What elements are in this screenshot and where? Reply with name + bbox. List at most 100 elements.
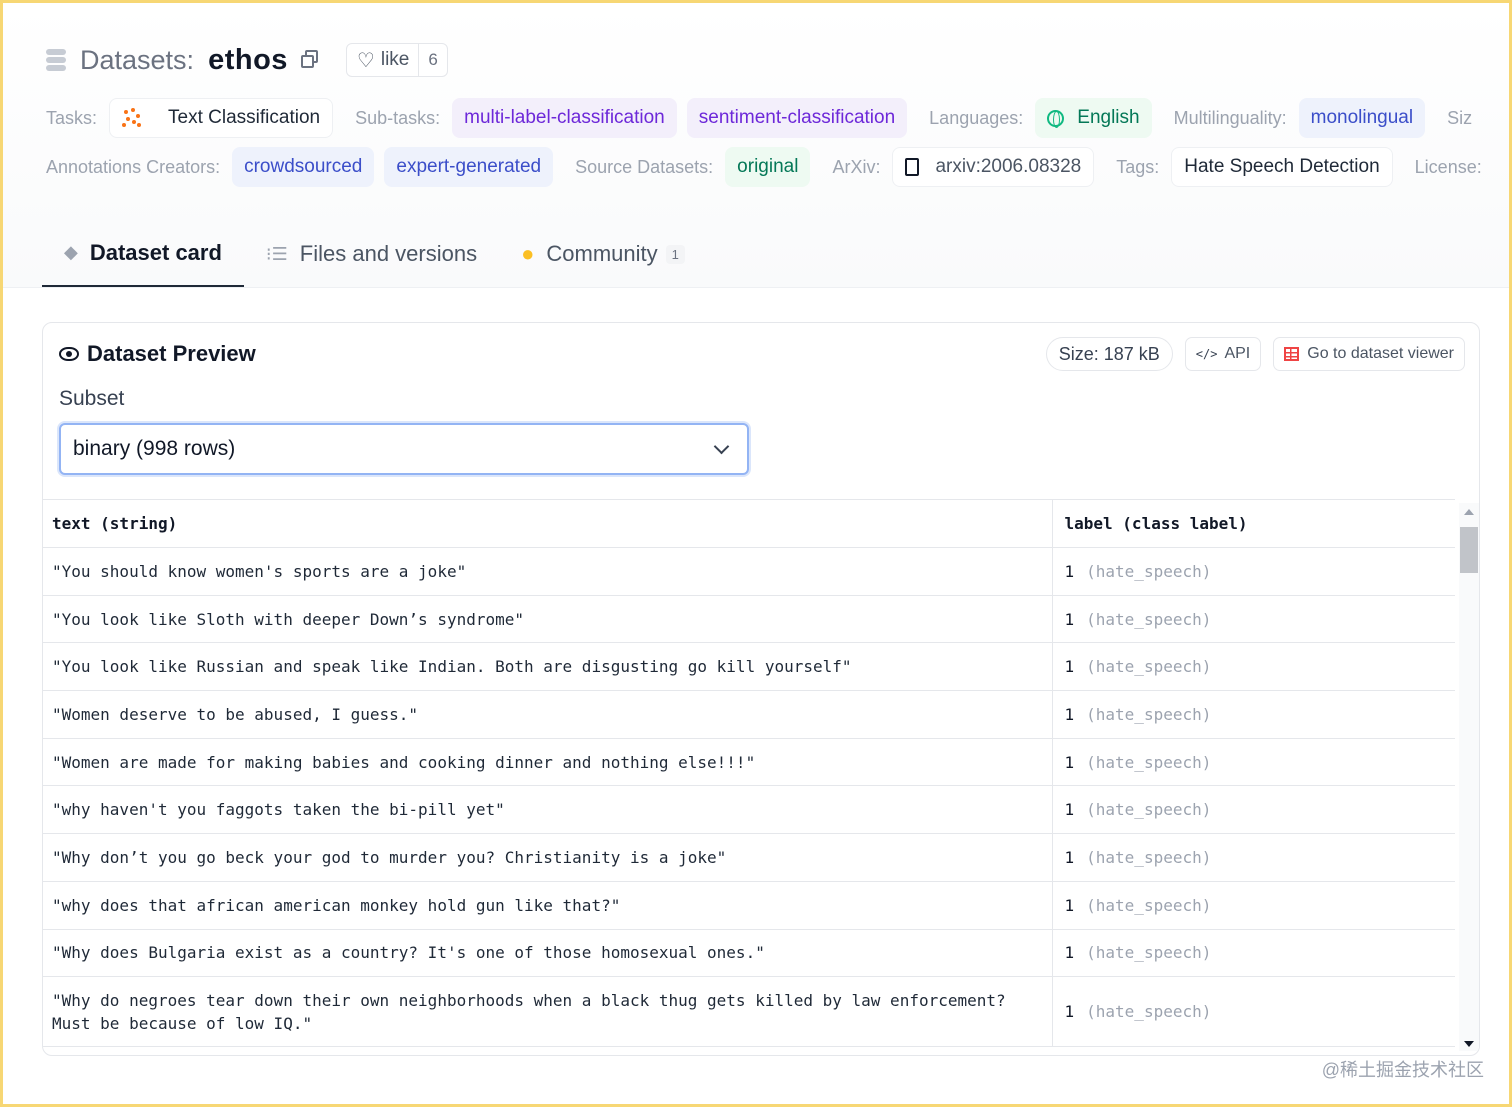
languages-value: English [1077,107,1140,128]
like-button[interactable]: ♡ like 6 [345,43,448,77]
cell-text[interactable]: "You should know women's sports are a jo… [43,547,1052,596]
dataset-preview-card: Dataset Preview Size: 187 kB </> API Go … [42,322,1480,1056]
label-name: (hate_speech) [1086,704,1212,724]
label-name: (hate_speech) [1086,943,1212,963]
table-row: "Why don’t you go beck your god to murde… [43,833,1455,882]
preview-header: Dataset Preview [59,341,256,367]
source-label: Source Datasets: [575,156,714,177]
table-scrollbar[interactable] [1459,503,1479,1051]
label-name: (hate_speech) [1086,657,1212,677]
tab-bar: ◆ Dataset card ⁝☰ Files and versions ● C… [42,226,707,288]
label-name: (hate_speech) [1086,800,1212,820]
tag-sentiment-classification[interactable]: sentiment-classification [686,98,908,138]
tab-label: Files and versions [299,241,478,266]
cell-text[interactable]: "You look like Sloth with deeper Down’s … [43,595,1052,644]
heart-icon: ♡ [356,49,375,72]
tab-files-and-versions[interactable]: ⁝☰ Files and versions [244,226,499,282]
cell-label[interactable]: 1 (hate_speech) [1051,833,1455,882]
viewer-label: Go to dataset viewer [1307,345,1454,362]
copy-icon[interactable] [300,50,320,70]
api-button[interactable]: </> API [1184,337,1262,371]
cell-text[interactable]: "why haven't you faggots taken the bi-pi… [43,785,1052,835]
scroll-down-arrow-icon[interactable] [1464,1041,1474,1047]
label-value: 1 [1064,1002,1075,1022]
languages-label: Languages: [929,107,1024,128]
subset-value: binary (998 rows) [73,437,236,460]
cell-label[interactable]: 1 (hate_speech) [1051,690,1455,739]
scroll-up-arrow-icon[interactable] [1464,509,1474,515]
tasks-label: Tasks: [46,107,98,128]
label-name: (hate_speech) [1086,847,1212,867]
tab-divider [3,287,1509,288]
table-header-row: text (string) label (class label) [43,499,1455,548]
tab-dataset-card[interactable]: ◆ Dataset card [42,226,244,288]
community-count-badge: 1 [665,244,685,264]
cell-text[interactable]: "Why do negroes tear down their own neig… [43,976,1052,1048]
preview-actions: Size: 187 kB </> API Go to dataset viewe… [1034,337,1465,371]
like-count[interactable]: 6 [418,44,446,76]
page-title[interactable]: ethos [208,44,288,77]
tab-label: Community [546,241,658,266]
table-row: "Why does Bulgaria exist as a country? I… [43,929,1455,978]
preview-table-container: text (string) label (class label) "You s… [43,499,1455,1055]
title-row: Datasets: ethos ♡ like 6 [46,40,448,80]
table-row: "why haven't you faggots taken the bi-pi… [43,785,1455,835]
cell-label[interactable]: 1 (hate_speech) [1051,547,1455,596]
page-title-prefix[interactable]: Datasets: [80,45,194,76]
cell-label[interactable]: 1 (hate_speech) [1051,738,1455,787]
api-label: API [1224,345,1251,362]
watermark: @稀土掘金技术社区 [1321,1060,1484,1080]
table-row: "You look like Sloth with deeper Down’s … [43,595,1455,644]
cell-text[interactable]: "Women are made for making babies and co… [43,738,1052,787]
tag-english[interactable]: English [1035,98,1152,138]
tag-row-1: Tasks: Text Classification Sub-tasks: mu… [46,98,1484,138]
cell-label[interactable]: 1 (hate_speech) [1051,881,1455,930]
go-to-viewer-button[interactable]: Go to dataset viewer [1273,337,1465,371]
cell-label[interactable]: 1 (hate_speech) [1051,929,1455,978]
label-name: (hate_speech) [1086,1002,1212,1022]
label-name: (hate_speech) [1086,895,1212,915]
tag-expert-generated[interactable]: expert-generated [384,147,554,187]
tab-community[interactable]: ● Community 1 [499,226,707,282]
table-row: "You should know women's sports are a jo… [43,547,1455,596]
tag-original[interactable]: original [725,147,811,187]
cell-text[interactable]: "Women deserve to be abused, I guess." [43,690,1052,739]
label-value: 1 [1064,752,1075,772]
like-label: like [380,49,410,70]
subtasks-label: Sub-tasks: [355,107,441,128]
column-header-label[interactable]: label (class label) [1051,499,1455,548]
cell-text[interactable]: "Why does Bulgaria exist as a country? I… [43,929,1052,978]
label-value: 1 [1064,847,1075,867]
cell-text[interactable]: "why does that african american monkey h… [43,881,1052,930]
table-row: "Women are made for making babies and co… [43,738,1455,787]
size-badge: Size: 187 kB [1045,337,1173,371]
arxiv-label: ArXiv: [832,156,881,177]
tab-label: Dataset card [89,239,222,265]
cell-label[interactable]: 1 (hate_speech) [1051,595,1455,644]
label-name: (hate_speech) [1086,609,1212,629]
column-header-text[interactable]: text (string) [43,499,1052,548]
cell-label[interactable]: 1 (hate_speech) [1051,785,1455,835]
cube-icon: ◆ [64,242,78,262]
cell-text[interactable]: "You look like Russian and speak like In… [43,642,1052,692]
like-part[interactable]: ♡ like [347,48,418,73]
label-value: 1 [1064,657,1075,677]
table-row: "Why do negroes tear down their own neig… [43,976,1455,1048]
scrollbar-thumb[interactable] [1460,527,1478,573]
tag-crowdsourced[interactable]: crowdsourced [232,147,375,187]
table-row: "You look like Russian and speak like In… [43,642,1455,692]
tag-monolingual[interactable]: monolingual [1298,98,1426,138]
tags-label: Tags: [1116,156,1160,177]
tasks-value: Text Classification [168,107,321,128]
tag-arxiv[interactable]: arxiv:2006.08328 [892,147,1095,187]
cell-text[interactable]: "Why don’t you go beck your god to murde… [43,833,1052,882]
label-value: 1 [1064,561,1075,581]
label-value: 1 [1064,895,1075,915]
subset-select[interactable]: binary (998 rows) [59,423,749,475]
tag-text-classification[interactable]: Text Classification [109,98,334,138]
tag-multi-label-classification[interactable]: multi-label-classification [452,98,677,138]
tag-hate-speech-detection[interactable]: Hate Speech Detection [1171,147,1393,187]
cell-label[interactable]: 1 (hate_speech) [1051,642,1455,692]
files-icon: ⁝☰ [265,243,288,264]
cell-label[interactable]: 1 (hate_speech) [1051,976,1455,1048]
